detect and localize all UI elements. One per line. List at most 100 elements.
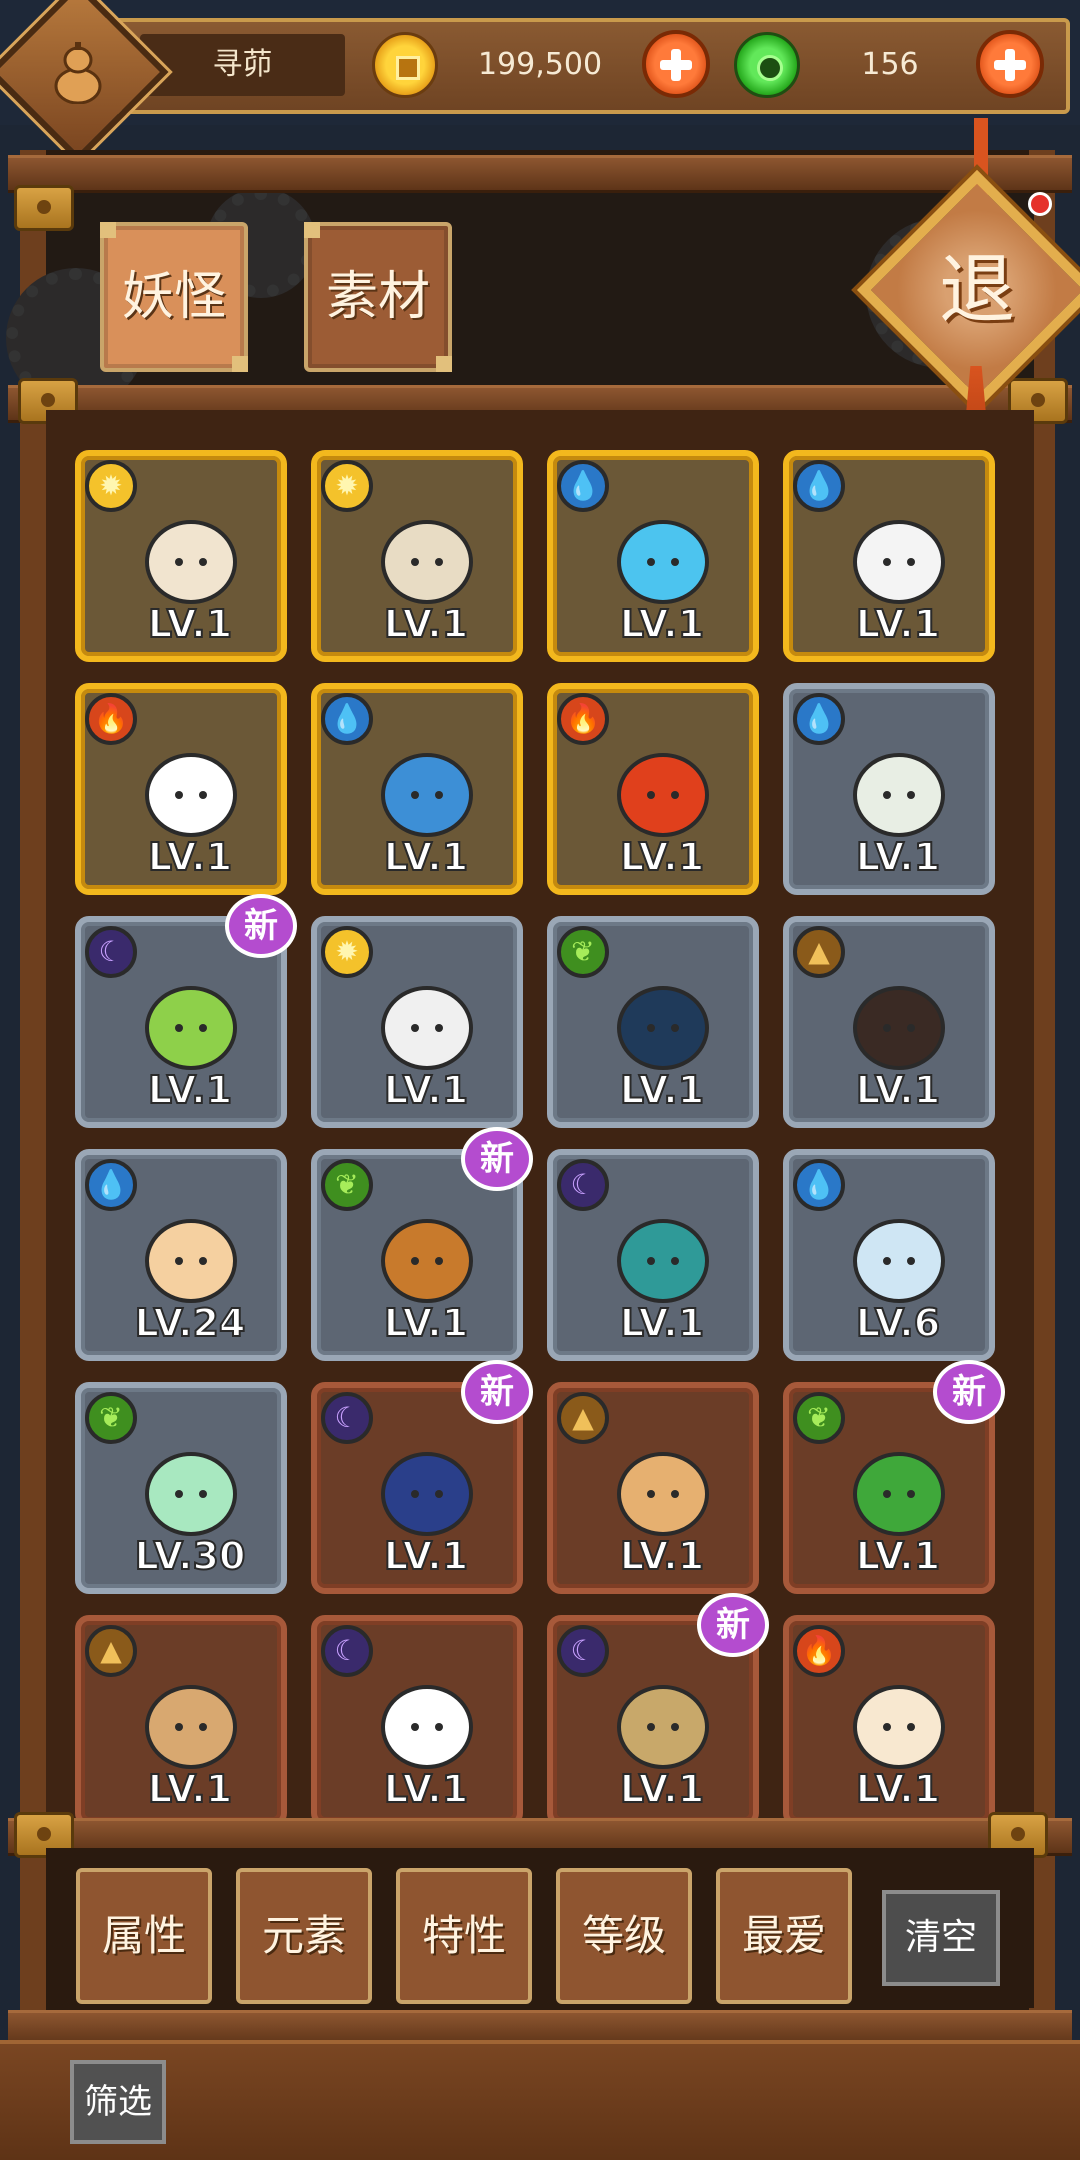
filter-toggle-label: 筛选 [84,2082,152,2122]
white-star-spirit-icon [381,986,473,1070]
monster-card[interactable]: ❦ LV.1 [547,916,759,1128]
notification-dot [1028,192,1052,216]
add-gems-button[interactable] [976,30,1044,98]
moon-element-icon: ☾ [557,1625,609,1677]
monster-card[interactable]: 💧 LV.1 [783,450,995,662]
filter-trait-button[interactable]: 特性 [396,1868,532,2004]
crow-icon [853,986,945,1070]
new-badge: 新 [461,1127,533,1191]
monster-card[interactable]: 💧 LV.1 [783,683,995,895]
filter-level-button[interactable]: 等级 [556,1868,692,2004]
monster-card[interactable]: ✹ LV.1 [311,916,523,1128]
monster-card[interactable]: ▲ LV.1 [547,1382,759,1594]
clear-label: 清空 [904,1917,977,1958]
water-element-icon: 💧 [793,693,845,745]
teal-ghost-icon [617,1219,709,1303]
monster-level: LV.1 [619,1067,705,1113]
exit-label: 退 [939,245,1015,334]
filter-trait-label: 特性 [421,1911,506,1960]
monster-level: LV.1 [619,1766,705,1812]
gift-box-icon [145,753,237,837]
add-coins-button[interactable] [642,30,710,98]
monster-level: LV.1 [383,1533,469,1579]
monster-card[interactable]: ▲ LV.1 [783,916,995,1128]
monster-level: LV.30 [134,1533,247,1579]
monster-level: LV.6 [855,1300,941,1346]
tab-materials[interactable]: 素材 [304,222,452,372]
leaf-element-icon: ❦ [557,926,609,978]
eyeball-icon [381,1685,473,1769]
monster-level: LV.1 [383,834,469,880]
blue-swallow-icon [381,1452,473,1536]
monster-level: LV.1 [855,834,941,880]
monster-card[interactable]: 🔥 LV.1 [75,683,287,895]
filter-favorite-label: 最爱 [741,1911,826,1960]
water-element-icon: 💧 [793,1159,845,1211]
water-element-icon: 💧 [557,460,609,512]
earth-element-icon: ▲ [793,926,845,978]
sun-element-icon: ✹ [321,460,373,512]
shelf-beam-top [8,155,1072,193]
monster-level: LV.1 [383,1300,469,1346]
moon-element-icon: ☾ [321,1625,373,1677]
tab-monsters[interactable]: 妖怪 [100,222,248,372]
bun-icon [617,1452,709,1536]
sun-element-icon: ✹ [85,460,137,512]
monster-level: LV.1 [147,601,233,647]
monster-card[interactable]: 💧 LV.1 [547,450,759,662]
filter-attribute-button[interactable]: 属性 [76,1868,212,2004]
monster-card[interactable]: ✹ LV.1 [311,450,523,662]
bolt-decoration [14,185,74,231]
snow-globe-boy-icon [145,520,237,604]
ink-brush-icon [145,1219,237,1303]
leaf-element-icon: ❦ [85,1392,137,1444]
monster-card[interactable]: 🔥 LV.1 [547,683,759,895]
clear-filters-button[interactable]: 清空 [882,1890,1000,1986]
new-badge: 新 [933,1360,1005,1424]
monster-card[interactable]: 💧 LV.1 [311,683,523,895]
candle-icon [853,1685,945,1769]
monster-level: LV.1 [383,1766,469,1812]
monster-level: LV.1 [855,601,941,647]
player-name: 寻茆 [212,47,273,82]
monster-card[interactable]: ☾ LV.1 [547,1149,759,1361]
jade-crystal-icon [145,1452,237,1536]
fire-element-icon: 🔥 [557,693,609,745]
earth-element-icon: ▲ [557,1392,609,1444]
wicker-ball-icon [145,1685,237,1769]
book-spirit-icon [617,986,709,1070]
coins-value: 199,500 [477,47,603,82]
gourd-icon [54,42,102,104]
monster-card[interactable]: 🔥 LV.1 [783,1615,995,1827]
ice-crystal-icon [853,1219,945,1303]
new-badge: 新 [697,1593,769,1657]
jade-coin-icon [734,32,800,98]
monster-level: LV.1 [619,834,705,880]
gold-coin-icon [372,32,438,98]
monster-level: LV.1 [855,1766,941,1812]
water-element-icon: 💧 [793,460,845,512]
monster-card[interactable]: ☾ LV.1 [311,1615,523,1827]
monster-level: LV.1 [619,1533,705,1579]
monster-level: LV.24 [134,1300,247,1346]
filter-toggle-button[interactable]: 筛选 [70,2060,166,2144]
monster-card[interactable]: 💧 LV.24 [75,1149,287,1361]
sun-element-icon: ✹ [321,926,373,978]
filter-element-button[interactable]: 元素 [236,1868,372,2004]
monster-card[interactable]: 💧 LV.6 [783,1149,995,1361]
monster-card[interactable]: ✹ LV.1 [75,450,287,662]
monster-level: LV.1 [147,834,233,880]
acorn-sprout-icon [381,1219,473,1303]
antler-cloud-icon [853,520,945,604]
moon-element-icon: ☾ [85,926,137,978]
monster-card[interactable]: ❦ LV.30 [75,1382,287,1594]
filter-element-label: 元素 [261,1911,346,1960]
filter-level-label: 等级 [581,1911,666,1960]
monster-level: LV.1 [619,1300,705,1346]
monster-level: LV.1 [855,1067,941,1113]
filter-favorite-button[interactable]: 最爱 [716,1868,852,2004]
monster-card[interactable]: ▲ LV.1 [75,1615,287,1827]
new-badge: 新 [225,894,297,958]
monster-level: LV.1 [147,1067,233,1113]
monster-level: LV.1 [855,1533,941,1579]
